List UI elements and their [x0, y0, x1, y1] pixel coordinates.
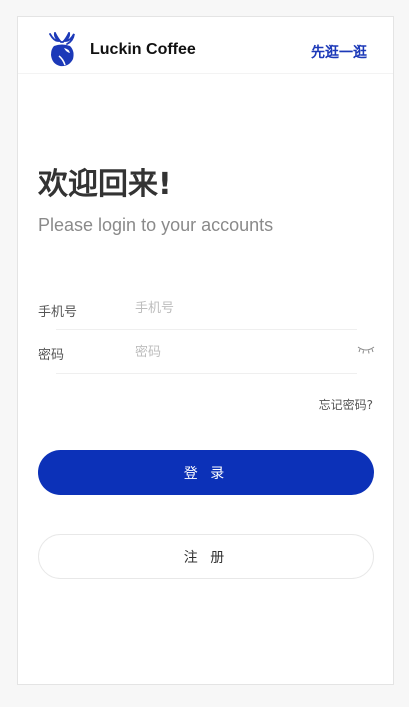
page-subtitle: Please login to your accounts — [38, 215, 274, 235]
browse-as-guest-link[interactable]: 先逛一逛 — [311, 42, 367, 62]
page-title: 欢迎回来! — [38, 167, 172, 202]
top-bar: Luckin Coffee 先逛一逛 — [18, 17, 393, 74]
login-button[interactable]: 登 录 — [38, 450, 374, 495]
phone-input[interactable] — [135, 297, 345, 319]
password-divider — [56, 373, 357, 374]
eye-closed-icon[interactable] — [357, 345, 375, 355]
password-input[interactable] — [135, 341, 345, 363]
login-card: Luckin Coffee 先逛一逛 欢迎回来! Please login to… — [17, 16, 394, 685]
phone-label: 手机号 — [38, 305, 78, 320]
brand-name: Luckin Coffee — [90, 41, 196, 58]
password-label: 密码 — [38, 348, 65, 363]
phone-divider — [56, 329, 357, 330]
forgot-password-link[interactable]: 忘记密码? — [319, 396, 373, 413]
deer-logo-icon — [49, 32, 75, 67]
register-button[interactable]: 注 册 — [38, 534, 374, 579]
